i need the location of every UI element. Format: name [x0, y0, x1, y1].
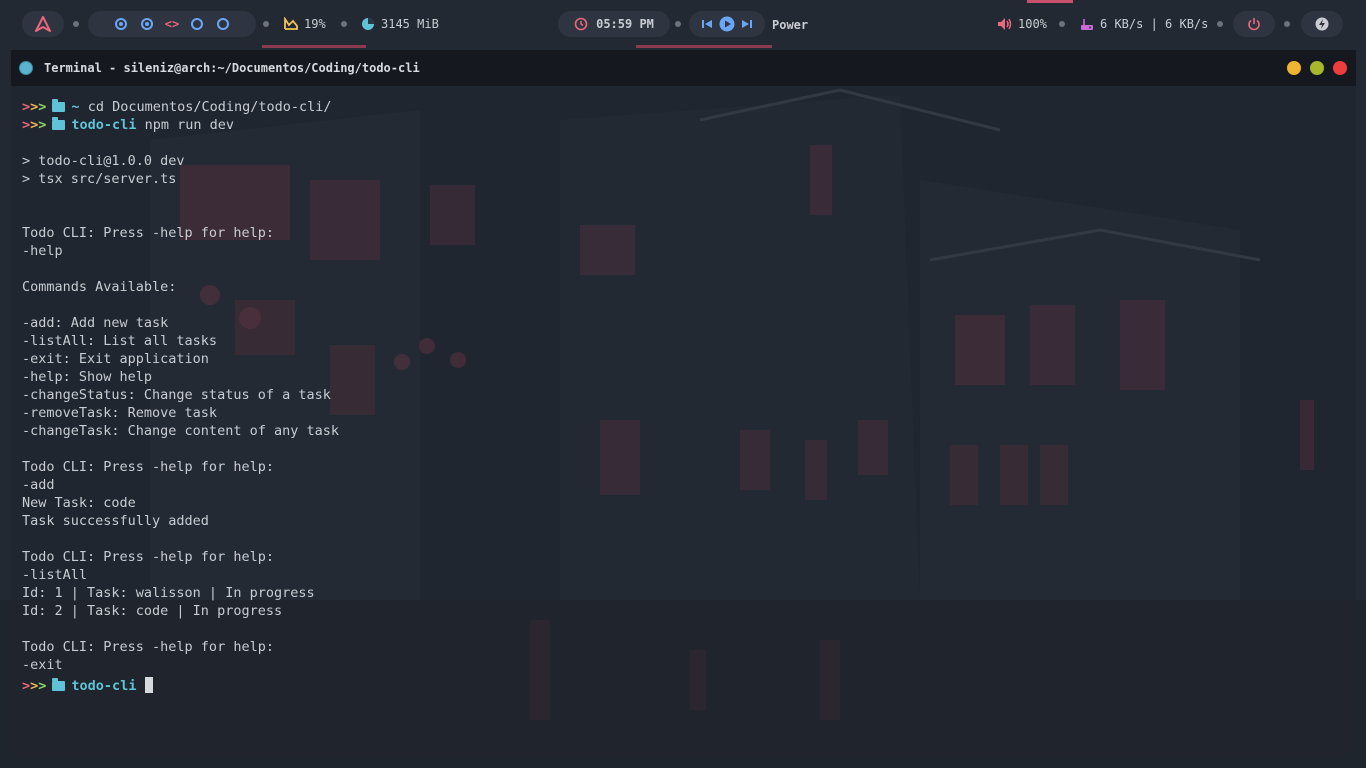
window-title: Terminal - sileniz@arch:~/Documentos/Cod…	[44, 61, 420, 75]
terminal-line: -removeTask: Remove task	[22, 405, 218, 421]
workspace-4[interactable]	[191, 18, 204, 30]
volume-widget[interactable]: 100%	[997, 15, 1047, 33]
lightning-icon	[1315, 17, 1329, 31]
terminal-line: Id: 1 | Task: walisson | In progress	[22, 585, 315, 601]
separator-dot	[1284, 21, 1290, 27]
previous-track-icon[interactable]	[701, 18, 713, 30]
power-button[interactable]	[1233, 11, 1275, 37]
terminal-output[interactable]: >>> ~ cd Documentos/Coding/todo-cli/ >>> t…	[22, 98, 1342, 748]
launcher-button[interactable]	[22, 11, 64, 37]
desktop: <> 19% 3145 MiB 05:59 PM Power 100% 6 KB…	[0, 0, 1366, 768]
memory-value: 3145 MiB	[381, 17, 439, 31]
top-bar: <> 19% 3145 MiB 05:59 PM Power 100% 6 KB…	[0, 0, 1366, 48]
network-speed: 6 KB/s | 6 KB/s	[1100, 17, 1209, 31]
terminal-line: -changeStatus: Change status of a task	[22, 387, 331, 403]
cpu-usage: 19%	[284, 15, 326, 33]
separator-dot	[341, 21, 347, 27]
folder-icon	[52, 678, 66, 691]
volume-percent: 100%	[1018, 17, 1047, 31]
terminal-line: Task successfully added	[22, 513, 209, 529]
clock-widget[interactable]: 05:59 PM	[558, 11, 670, 37]
memory-usage: 3145 MiB	[361, 15, 439, 33]
arch-icon	[35, 16, 51, 32]
accent-strip	[1027, 0, 1073, 3]
terminal-line: -listAll: List all tasks	[22, 333, 218, 349]
terminal-app-icon	[19, 61, 33, 75]
media-controls	[689, 11, 765, 37]
text-cursor	[144, 677, 153, 693]
terminal-line: Todo CLI: Press -help for help:	[22, 459, 274, 475]
terminal-line: -add: Add new task	[22, 315, 169, 331]
terminal-line: > todo-cli@1.0.0 dev	[22, 153, 185, 169]
workspace-1[interactable]	[114, 18, 127, 30]
workspace-2[interactable]	[140, 18, 153, 30]
terminal-window: Terminal - sileniz@arch:~/Documentos/Cod…	[11, 50, 1356, 758]
separator-dot	[1217, 21, 1223, 27]
workspace-5[interactable]	[217, 18, 230, 30]
separator-dot	[73, 21, 79, 27]
terminal-line: -exit	[22, 657, 63, 673]
prompt-symbol: >>>	[22, 117, 47, 133]
separator-dot	[675, 21, 681, 27]
accent-strip	[262, 45, 366, 48]
folder-icon	[52, 99, 66, 112]
terminal-line: -help	[22, 243, 63, 259]
window-titlebar[interactable]: Terminal - sileniz@arch:~/Documentos/Cod…	[11, 50, 1356, 86]
accent-strip	[636, 45, 772, 48]
folder-icon	[52, 117, 66, 130]
notification-button[interactable]	[1301, 11, 1343, 37]
terminal-line: -exit: Exit application	[22, 351, 209, 367]
workspaces: <>	[88, 11, 256, 37]
close-button[interactable]	[1333, 61, 1347, 75]
next-track-icon[interactable]	[741, 18, 753, 30]
workspace-code-icon[interactable]: <>	[165, 17, 179, 31]
prompt-cwd: todo-cli	[71, 678, 137, 694]
terminal-line: New Task: code	[22, 495, 136, 511]
terminal-line: -listAll	[22, 567, 88, 583]
terminal-line: Commands Available:	[22, 279, 177, 295]
terminal-line: -add	[22, 477, 55, 493]
terminal-line: >>> todo-cli npm run dev	[22, 116, 1342, 134]
terminal-line: >>> todo-cli	[22, 674, 1342, 694]
clock-time: 05:59 PM	[596, 17, 654, 31]
prompt-cwd: todo-cli	[71, 117, 137, 133]
cpu-percent: 19%	[304, 17, 326, 31]
maximize-button[interactable]	[1310, 61, 1324, 75]
cpu-chart-icon	[284, 17, 298, 30]
router-icon	[1081, 19, 1093, 30]
terminal-line: > tsx src/server.ts	[22, 171, 177, 187]
network-widget: 6 KB/s | 6 KB/s	[1080, 15, 1208, 33]
command-text: cd Documentos/Coding/todo-cli/	[87, 99, 332, 115]
terminal-line: Todo CLI: Press -help for help:	[22, 639, 274, 655]
command-text: npm run dev	[144, 117, 234, 133]
terminal-line: >>> ~ cd Documentos/Coding/todo-cli/	[22, 98, 1342, 116]
terminal-line: Id: 2 | Task: code | In progress	[22, 603, 283, 619]
terminal-line: -changeTask: Change content of any task	[22, 423, 339, 439]
terminal-line: Todo CLI: Press -help for help:	[22, 549, 274, 565]
power-icon	[1248, 18, 1260, 31]
minimize-button[interactable]	[1287, 61, 1301, 75]
prompt-symbol: >>>	[22, 678, 47, 694]
power-label: Power	[772, 16, 808, 34]
speaker-icon	[998, 18, 1012, 30]
separator-dot	[263, 21, 269, 27]
clock-icon	[574, 17, 588, 31]
terminal-line: Todo CLI: Press -help for help:	[22, 225, 274, 241]
play-icon[interactable]	[719, 16, 735, 32]
separator-dot	[1059, 21, 1065, 27]
prompt-symbol: >>>	[22, 99, 47, 115]
power-text: Power	[772, 18, 809, 32]
memory-pie-icon	[362, 18, 374, 30]
prompt-cwd: ~	[71, 99, 80, 115]
terminal-line: -help: Show help	[22, 369, 153, 385]
